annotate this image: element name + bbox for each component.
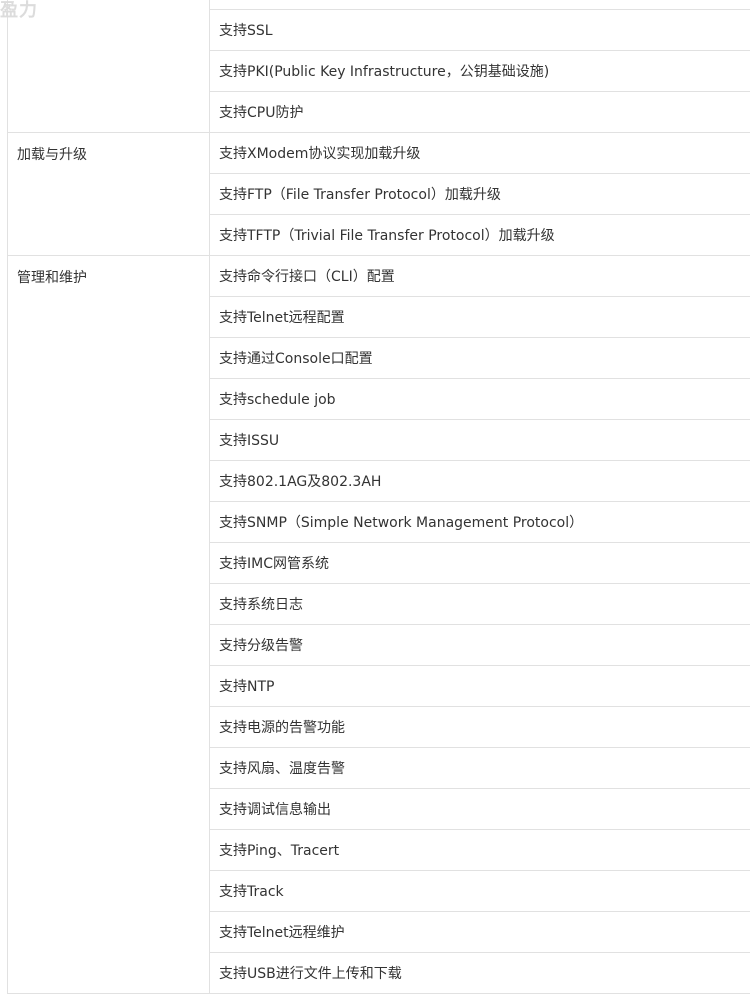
feature-cell: 支持SNMP（Simple Network Management Protoco… — [209, 501, 750, 543]
spec-table-body: 支持SSL 支持PKI(Public Key Infrastructure，公钥基… — [7, 0, 750, 994]
feature-cell: 支持电源的告警功能 — [209, 706, 750, 748]
feature-cell: 支持SSL — [209, 9, 750, 51]
feature-cell — [209, 0, 750, 10]
table-row: 管理和维护 支持命令行接口（CLI）配置 — [7, 255, 750, 994]
feature-cell: 支持系统日志 — [209, 583, 750, 625]
spec-table: 支持SSL 支持PKI(Public Key Infrastructure，公钥基… — [7, 0, 750, 994]
feature-cell: 支持TFTP（Trivial File Transfer Protocol）加载… — [209, 214, 750, 256]
feature-cell: 支持schedule job — [209, 378, 750, 420]
feature-cell: 支持命令行接口（CLI）配置 — [209, 255, 750, 297]
feature-cell: 支持ISSU — [209, 419, 750, 461]
feature-cell: 支持FTP（File Transfer Protocol）加载升级 — [209, 173, 750, 215]
feature-cell: 支持IMC网管系统 — [209, 542, 750, 584]
feature-cell: 支持CPU防护 — [209, 91, 750, 133]
feature-cell: 支持Telnet远程维护 — [209, 911, 750, 953]
feature-cell: 支持Ping、Tracert — [209, 829, 750, 871]
feature-cell: 支持USB进行文件上传和下载 — [209, 952, 750, 994]
feature-cell: 支持调试信息输出 — [209, 788, 750, 830]
feature-cell: 支持Track — [209, 870, 750, 912]
feature-cell: 支持风扇、温度告警 — [209, 747, 750, 789]
watermark-logo-text: 盈力 — [0, 0, 38, 21]
feature-cell: 支持NTP — [209, 665, 750, 707]
feature-cell: 支持分级告警 — [209, 624, 750, 666]
feature-cell: 支持Telnet远程配置 — [209, 296, 750, 338]
feature-cell: 支持PKI(Public Key Infrastructure，公钥基础设施) — [209, 50, 750, 92]
feature-cell: 支持XModem协议实现加载升级 — [209, 132, 750, 174]
feature-cell: 支持802.1AG及802.3AH — [209, 460, 750, 502]
category-cell: 加载与升级 — [7, 132, 210, 256]
category-cell: 管理和维护 — [7, 255, 210, 994]
table-row — [7, 0, 750, 133]
table-row: 加载与升级 支持XModem协议实现加载升级 — [7, 132, 750, 256]
feature-cell: 支持通过Console口配置 — [209, 337, 750, 379]
